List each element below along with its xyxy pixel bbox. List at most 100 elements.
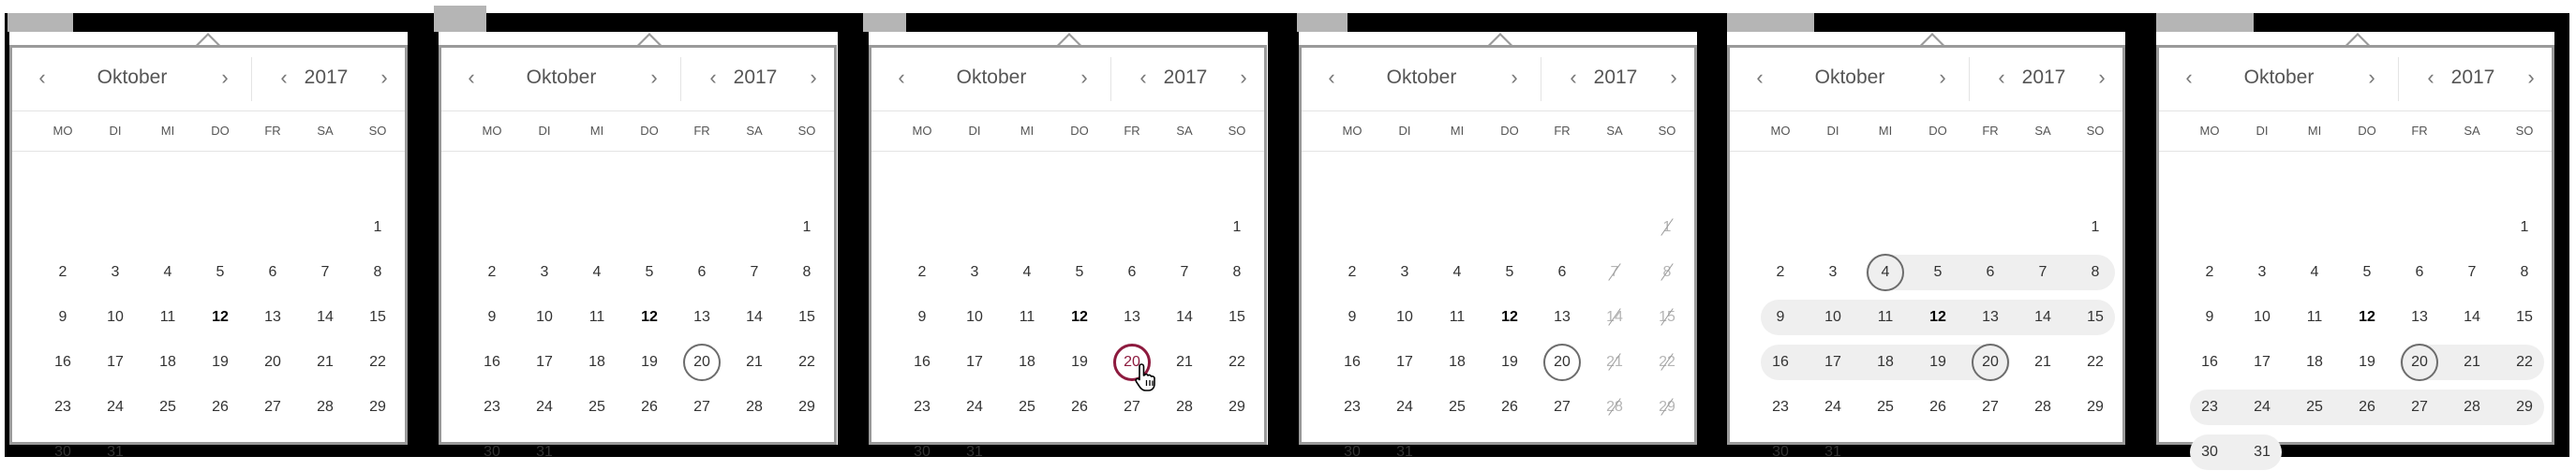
day-23[interactable]: 23: [1333, 389, 1371, 426]
day-13[interactable]: 13: [1972, 299, 2009, 336]
day-7[interactable]: 7: [2024, 254, 2062, 291]
day-22[interactable]: 22: [2077, 344, 2114, 381]
next-year-icon[interactable]: ›: [2089, 65, 2115, 91]
day-11[interactable]: 11: [1867, 299, 1904, 336]
day-3[interactable]: 3: [1386, 254, 1423, 291]
day-20[interactable]: 20: [1543, 344, 1581, 381]
day-31[interactable]: 31: [1814, 434, 1852, 471]
day-27[interactable]: 27: [683, 389, 721, 426]
day-6[interactable]: 6: [1113, 254, 1151, 291]
day-12[interactable]: 12: [631, 299, 668, 336]
day-11[interactable]: 11: [149, 299, 186, 336]
day-11[interactable]: 11: [1008, 299, 1046, 336]
day-10[interactable]: 10: [2243, 299, 2281, 336]
day-29[interactable]: 29: [788, 389, 826, 426]
day-31[interactable]: 31: [526, 434, 563, 471]
day-25[interactable]: 25: [1008, 389, 1046, 426]
day-6[interactable]: 6: [2401, 254, 2438, 291]
day-13[interactable]: 13: [254, 299, 291, 336]
day-8[interactable]: 8: [1218, 254, 1256, 291]
day-24[interactable]: 24: [526, 389, 563, 426]
day-13[interactable]: 13: [683, 299, 721, 336]
day-25[interactable]: 25: [1438, 389, 1476, 426]
day-6[interactable]: 6: [254, 254, 291, 291]
day-2[interactable]: 2: [903, 254, 941, 291]
day-3[interactable]: 3: [526, 254, 563, 291]
day-7[interactable]: 7: [306, 254, 344, 291]
day-27[interactable]: 27: [2401, 389, 2438, 426]
day-2[interactable]: 2: [1333, 254, 1371, 291]
day-13[interactable]: 13: [1543, 299, 1581, 336]
day-17[interactable]: 17: [97, 344, 134, 381]
day-9[interactable]: 9: [44, 299, 82, 336]
year-label[interactable]: 2017: [1148, 65, 1223, 91]
day-27[interactable]: 27: [1972, 389, 2009, 426]
day-15[interactable]: 15: [788, 299, 826, 336]
day-22[interactable]: 22: [788, 344, 826, 381]
year-label[interactable]: 2017: [2435, 65, 2510, 91]
day-16[interactable]: 16: [2191, 344, 2228, 381]
day-16[interactable]: 16: [1762, 344, 1799, 381]
day-2[interactable]: 2: [473, 254, 511, 291]
day-29[interactable]: 29: [1218, 389, 1256, 426]
day-17[interactable]: 17: [2243, 344, 2281, 381]
day-22[interactable]: 22: [1218, 344, 1256, 381]
day-26[interactable]: 26: [201, 389, 239, 426]
day-14[interactable]: 14: [736, 299, 773, 336]
day-8[interactable]: 8: [2077, 254, 2114, 291]
day-1[interactable]: 1: [2506, 209, 2543, 246]
day-24[interactable]: 24: [1386, 389, 1423, 426]
day-28[interactable]: 28: [1166, 389, 1203, 426]
day-11[interactable]: 11: [2296, 299, 2333, 336]
next-year-icon[interactable]: ›: [371, 65, 397, 91]
day-9[interactable]: 9: [473, 299, 511, 336]
next-month-icon[interactable]: ›: [1071, 65, 1097, 91]
day-4[interactable]: 4: [1867, 254, 1904, 291]
day-18[interactable]: 18: [2296, 344, 2333, 381]
day-25[interactable]: 25: [1867, 389, 1904, 426]
day-27[interactable]: 27: [1543, 389, 1581, 426]
day-23[interactable]: 23: [1762, 389, 1799, 426]
day-12[interactable]: 12: [1491, 299, 1528, 336]
day-24[interactable]: 24: [1814, 389, 1852, 426]
day-24[interactable]: 24: [2243, 389, 2281, 426]
day-20[interactable]: 20: [254, 344, 291, 381]
day-31[interactable]: 31: [1386, 434, 1423, 471]
day-31[interactable]: 31: [956, 434, 993, 471]
day-20[interactable]: 20: [2401, 344, 2438, 381]
day-9[interactable]: 9: [903, 299, 941, 336]
day-14[interactable]: 14: [2453, 299, 2491, 336]
day-22[interactable]: 22: [359, 344, 396, 381]
day-3[interactable]: 3: [97, 254, 134, 291]
day-5[interactable]: 5: [201, 254, 239, 291]
day-17[interactable]: 17: [526, 344, 563, 381]
day-6[interactable]: 6: [1972, 254, 2009, 291]
day-4[interactable]: 4: [1008, 254, 1046, 291]
day-15[interactable]: 15: [2077, 299, 2114, 336]
day-12[interactable]: 12: [1061, 299, 1098, 336]
day-17[interactable]: 17: [1814, 344, 1852, 381]
day-7[interactable]: 7: [2453, 254, 2491, 291]
day-24[interactable]: 24: [956, 389, 993, 426]
day-23[interactable]: 23: [2191, 389, 2228, 426]
day-1[interactable]: 1: [788, 209, 826, 246]
day-27[interactable]: 27: [1113, 389, 1151, 426]
next-year-icon[interactable]: ›: [2518, 65, 2544, 91]
day-9[interactable]: 9: [1333, 299, 1371, 336]
day-26[interactable]: 26: [1919, 389, 1957, 426]
day-9[interactable]: 9: [2191, 299, 2228, 336]
day-12[interactable]: 12: [2348, 299, 2386, 336]
day-5[interactable]: 5: [2348, 254, 2386, 291]
day-11[interactable]: 11: [1438, 299, 1476, 336]
day-21[interactable]: 21: [736, 344, 773, 381]
day-5[interactable]: 5: [1491, 254, 1528, 291]
day-19[interactable]: 19: [201, 344, 239, 381]
month-label[interactable]: Oktober: [48, 65, 216, 91]
next-month-icon[interactable]: ›: [641, 65, 667, 91]
day-2[interactable]: 2: [1762, 254, 1799, 291]
day-23[interactable]: 23: [44, 389, 82, 426]
day-30[interactable]: 30: [44, 434, 82, 471]
day-14[interactable]: 14: [1166, 299, 1203, 336]
day-20[interactable]: 20: [683, 344, 721, 381]
day-10[interactable]: 10: [1386, 299, 1423, 336]
